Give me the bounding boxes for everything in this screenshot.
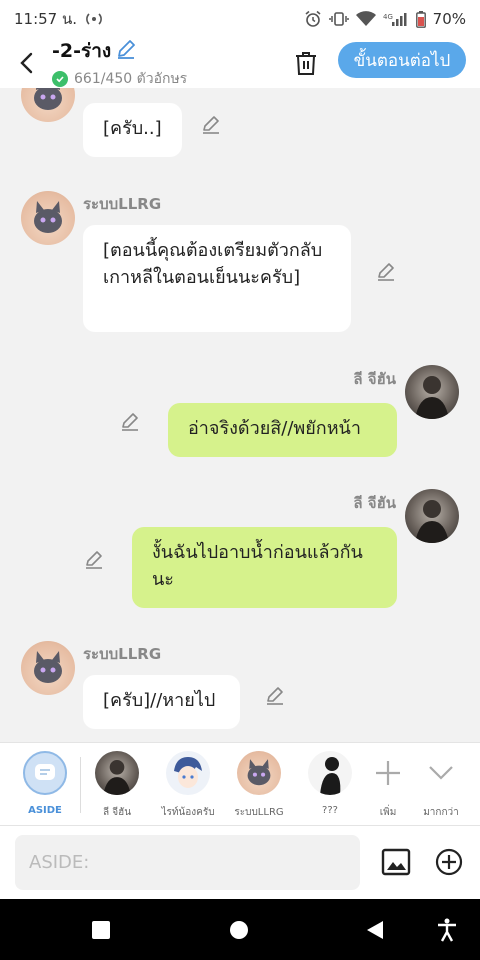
plus-icon — [366, 751, 410, 795]
sender-name: ลี จีฮัน — [353, 494, 396, 512]
more-label: มากกว่า — [423, 807, 459, 818]
back-nav-button[interactable] — [358, 913, 392, 947]
character-aside[interactable]: ASIDE — [10, 751, 80, 823]
avatar — [95, 751, 139, 795]
character-label: ไรท์น้องครับ — [161, 807, 215, 818]
plus-circle-icon — [435, 848, 463, 876]
navigation-bar — [0, 899, 480, 960]
edit-icon[interactable] — [199, 113, 223, 137]
message-bubble[interactable]: [ครับ]//หายไป — [83, 675, 240, 729]
character-system-llrg[interactable]: ระบบLLRG — [224, 751, 294, 823]
message-bubble[interactable]: [ตอนนี้คุณต้องเตรียมตัวกลับเกาหลีในตอนเย… — [83, 225, 351, 332]
accessibility-icon — [438, 918, 456, 942]
more-button[interactable]: มากกว่า — [406, 751, 476, 823]
trash-icon — [296, 52, 316, 75]
image-icon — [381, 848, 411, 876]
edit-icon[interactable] — [82, 548, 106, 572]
message-bubble[interactable]: [ครับ..] — [83, 103, 182, 157]
alarm-icon — [304, 10, 322, 28]
square-icon — [92, 921, 110, 939]
battery-level: 70% — [432, 10, 466, 28]
status-time: 11:57 น. — [14, 10, 78, 28]
sender-name: ระบบLLRG — [83, 645, 162, 663]
character-label: ??? — [322, 805, 338, 816]
next-step-button[interactable]: ขั้นตอนต่อไป — [338, 42, 466, 78]
avatar[interactable] — [21, 191, 75, 245]
edit-icon[interactable] — [263, 684, 287, 708]
edit-icon[interactable] — [118, 410, 142, 434]
recents-button[interactable] — [84, 913, 118, 947]
signal-icon: 4G — [383, 11, 409, 27]
hotspot-icon — [85, 12, 103, 26]
avatar[interactable] — [405, 365, 459, 419]
character-label: ระบบLLRG — [234, 807, 284, 818]
character-label: ลี จีฮัน — [102, 807, 132, 818]
svg-text:4G: 4G — [383, 13, 393, 21]
wifi-icon — [355, 11, 376, 27]
message-bubble[interactable]: งั้นฉันไปอาบน้ำก่อนแล้วกันนะ — [132, 527, 397, 608]
chat-area[interactable]: [ครับ..] ระบบLLRG [ตอนนี้คุณต้องเตรียมตั… — [0, 88, 480, 742]
edit-title-icon[interactable] — [115, 38, 137, 65]
avatar — [237, 751, 281, 795]
back-button[interactable] — [0, 38, 52, 88]
input-bar — [0, 826, 480, 899]
divider — [80, 757, 81, 813]
character-writer[interactable]: ไรท์น้องครับ — [153, 751, 223, 823]
add-label: เพิ่ม — [379, 807, 397, 818]
aside-icon — [23, 751, 67, 795]
status-bar: 11:57 น. 4G 70% — [0, 0, 480, 38]
message-input[interactable] — [15, 835, 360, 890]
avatar[interactable] — [21, 641, 75, 695]
triangle-back-icon — [367, 921, 383, 939]
trash-button[interactable] — [288, 42, 324, 84]
add-button[interactable] — [433, 846, 465, 878]
home-button[interactable] — [222, 913, 256, 947]
avatar[interactable] — [405, 489, 459, 543]
image-button[interactable] — [380, 846, 412, 878]
check-icon — [52, 71, 68, 87]
avatar[interactable] — [21, 88, 75, 122]
message-bubble[interactable]: อ่าจริงด้วยสิ//พยักหน้า — [168, 403, 397, 457]
chevron-left-icon — [20, 52, 33, 74]
page-title: -2-ร่าง — [52, 40, 112, 62]
edit-icon[interactable] — [374, 260, 398, 284]
vibrate-icon — [328, 11, 349, 27]
header: -2-ร่าง 661/450 ตัวอักษร ขั้นตอนต่อไป — [0, 38, 480, 88]
character-count: 661/450 ตัวอักษร — [74, 71, 188, 87]
circle-icon — [230, 921, 248, 939]
character-lee-jihan[interactable]: ลี จีฮัน — [82, 751, 152, 823]
sender-name: ลี จีฮัน — [353, 370, 396, 388]
avatar — [166, 751, 210, 795]
avatar — [308, 751, 352, 795]
character-label: ASIDE — [28, 805, 62, 816]
accessibility-button[interactable] — [430, 913, 464, 947]
battery-icon — [415, 10, 426, 28]
character-bar: ASIDE ลี จีฮัน ไรท์น้องครับ ระบบLLRG ???… — [0, 742, 480, 826]
sender-name: ระบบLLRG — [83, 195, 162, 213]
chevron-down-icon — [419, 751, 463, 795]
